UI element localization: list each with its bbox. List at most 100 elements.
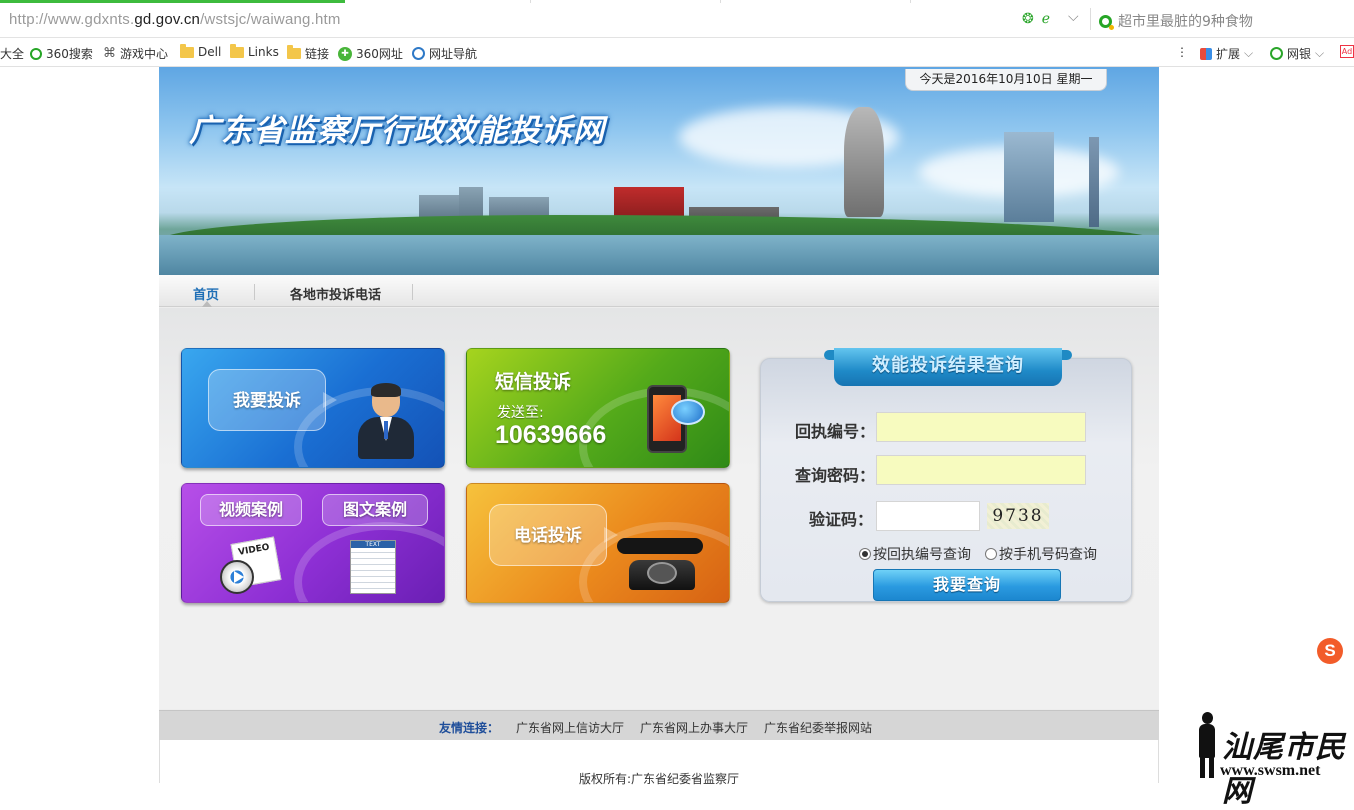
receipt-number-input[interactable] bbox=[876, 412, 1086, 442]
radio-dot bbox=[985, 548, 997, 560]
sms-title: 短信投诉 bbox=[495, 371, 572, 393]
query-title-ribbon: 效能投诉结果查询 bbox=[824, 348, 1072, 388]
address-divider bbox=[1090, 8, 1091, 30]
phone-complain-bubble: 电话投诉 bbox=[489, 504, 618, 566]
query-submit-button[interactable]: 我要查询 bbox=[873, 569, 1061, 601]
watermark: 汕尾市民网 www.swsm.net bbox=[1190, 710, 1354, 809]
friend-links-label: 友情连接： bbox=[439, 721, 500, 735]
extension-icon bbox=[1200, 47, 1212, 60]
captcha-input[interactable] bbox=[876, 501, 980, 531]
radio-by-receipt[interactable]: 按回执编号查询 bbox=[859, 544, 971, 564]
bookmark-label: 360网址 bbox=[356, 47, 403, 61]
bookmark-daquan[interactable]: 大全 bbox=[0, 45, 24, 62]
bookmark-game-center[interactable]: ⌘ 游戏中心 bbox=[103, 45, 168, 62]
query-password-input[interactable] bbox=[876, 455, 1086, 485]
query-mode-options: 按回执编号查询 按手机号码查询 bbox=[859, 544, 1097, 564]
rotary-phone-icon bbox=[617, 532, 703, 590]
nav-city-phones[interactable]: 各地市投诉电话 bbox=[290, 284, 381, 303]
folder-icon bbox=[180, 43, 194, 58]
bookmark-360-search[interactable]: 360搜索 bbox=[30, 45, 93, 62]
sogou-s-icon: S bbox=[1317, 638, 1343, 664]
query-password-label: 查询密码： bbox=[795, 466, 876, 485]
online-bank-label: 网银 bbox=[1287, 47, 1312, 61]
banner-river bbox=[159, 235, 1159, 275]
radio-by-phone[interactable]: 按手机号码查询 bbox=[985, 544, 1097, 564]
url-domain: gd.gov.cn bbox=[134, 11, 201, 28]
bookmark-label: 链接 bbox=[305, 47, 330, 61]
extensions-button[interactable]: 扩展 ⌵ bbox=[1200, 45, 1253, 62]
cases-tile: 视频案例 图文案例 VIDEO TEXT bbox=[181, 483, 445, 603]
main-nav: 首页 各地市投诉电话 bbox=[159, 275, 1159, 307]
link-petition-hall[interactable]: 广东省网上信访大厅 bbox=[516, 719, 624, 736]
more-menu[interactable]: ⋮ bbox=[1176, 45, 1188, 59]
bookmark-dell[interactable]: Dell bbox=[180, 43, 222, 59]
captcha-label: 验证码： bbox=[809, 510, 874, 529]
banner-building bbox=[1004, 132, 1054, 222]
radio-label: 按手机号码查询 bbox=[999, 547, 1097, 563]
receipt-number-label: 回执编号： bbox=[795, 422, 876, 441]
bookmark-site-nav[interactable]: 网址导航 bbox=[412, 45, 477, 62]
watermark-url: www.swsm.net bbox=[1220, 762, 1321, 779]
bookmark-360-site[interactable]: ✚ 360网址 bbox=[338, 45, 403, 62]
main-content: 我要投诉 短信投诉 发送至: 10639666 视频案例 图文案例 VIDEO … bbox=[159, 308, 1159, 709]
chat-bubble-icon bbox=[671, 399, 705, 425]
360-site-icon: ✚ bbox=[338, 46, 352, 61]
search-suggestion: 超市里最脏的9种食物 bbox=[1118, 14, 1253, 30]
url-path: /wstsjc/waiwang.htm bbox=[200, 11, 341, 28]
query-title: 效能投诉结果查询 bbox=[834, 348, 1062, 386]
text-document-icon: TEXT bbox=[350, 540, 396, 594]
folder-icon bbox=[287, 45, 301, 59]
play-disc-icon bbox=[220, 560, 254, 594]
radio-dot bbox=[859, 548, 871, 560]
footer: 版权所有:广东省纪委省监察厅 bbox=[159, 740, 1159, 786]
bookmark-label: Dell bbox=[198, 45, 222, 59]
link-report-site[interactable]: 广东省纪委举报网站 bbox=[764, 719, 872, 736]
page-container: 广东省监察厅行政效能投诉网 今天是2016年10月10日 星期一 首页 各地市投… bbox=[159, 67, 1159, 786]
bookmark-lianjie[interactable]: 链接 bbox=[287, 45, 329, 62]
captcha-image[interactable]: 9738 bbox=[987, 503, 1049, 529]
bookmark-label: 360搜索 bbox=[46, 47, 93, 61]
adblock-button[interactable]: Ad bbox=[1340, 45, 1354, 58]
gamepad-icon: ⌘ bbox=[103, 46, 116, 61]
bookmark-label: Links bbox=[248, 45, 279, 59]
sms-send-to: 发送至: bbox=[497, 405, 544, 421]
complain-bubble: 我要投诉 bbox=[208, 369, 337, 431]
url-field[interactable]: http://www.gdxnts.gd.gov.cn/wstsjc/waiwa… bbox=[9, 11, 341, 28]
address-icons: ❂ ℯ bbox=[1022, 11, 1050, 27]
link-service-hall[interactable]: 广东省网上办事大厅 bbox=[640, 719, 748, 736]
online-bank-button[interactable]: 网银 ⌵ bbox=[1270, 45, 1324, 62]
bookmark-label: 大全 bbox=[0, 47, 25, 61]
bookmark-label: 网址导航 bbox=[429, 47, 478, 61]
radio-label: 按回执编号查询 bbox=[873, 547, 971, 563]
adblock-icon: Ad bbox=[1340, 45, 1354, 58]
nav-divider bbox=[412, 284, 413, 300]
search-360-icon bbox=[30, 47, 42, 60]
date-badge: 今天是2016年10月10日 星期一 bbox=[905, 69, 1107, 91]
image-case-button[interactable]: 图文案例 bbox=[322, 494, 428, 526]
search-box[interactable]: 超市里最脏的9种食物 bbox=[1099, 11, 1253, 31]
copyright-text: 版权所有:广东省纪委省监察厅 bbox=[578, 772, 740, 786]
extensions-label: 扩展 bbox=[1216, 47, 1241, 61]
sms-number: 10639666 bbox=[495, 421, 607, 449]
page-load-progress bbox=[0, 0, 345, 3]
ie-mode-icon[interactable]: ℯ bbox=[1042, 11, 1050, 27]
site-nav-icon bbox=[412, 47, 425, 60]
site-title: 广东省监察厅行政效能投诉网 bbox=[189, 113, 605, 149]
search-360-icon bbox=[1099, 14, 1114, 30]
sms-complain-tile[interactable]: 短信投诉 发送至: 10639666 bbox=[466, 348, 730, 468]
bookmark-links[interactable]: Links bbox=[230, 43, 279, 59]
complain-tile[interactable]: 我要投诉 bbox=[181, 348, 445, 468]
chevron-down-icon[interactable]: ⌵ bbox=[1068, 9, 1079, 25]
bank-icon bbox=[1270, 47, 1283, 60]
tab-divider bbox=[720, 0, 721, 3]
phone-complain-tile[interactable]: 电话投诉 bbox=[466, 483, 730, 603]
address-bar: http://www.gdxnts.gd.gov.cn/wstsjc/waiwa… bbox=[0, 0, 1354, 38]
more-vertical-icon: ⋮ bbox=[1176, 45, 1188, 59]
url-prefix: http://www.gdxnts. bbox=[9, 11, 135, 28]
nav-divider bbox=[254, 284, 255, 300]
site-banner: 广东省监察厅行政效能投诉网 今天是2016年10月10日 星期一 bbox=[159, 67, 1159, 275]
sogou-ime-widget[interactable]: S bbox=[1317, 638, 1354, 664]
person-icon bbox=[358, 383, 414, 459]
video-case-button[interactable]: 视频案例 bbox=[200, 494, 302, 526]
refresh-icon[interactable]: ❂ bbox=[1022, 11, 1034, 27]
